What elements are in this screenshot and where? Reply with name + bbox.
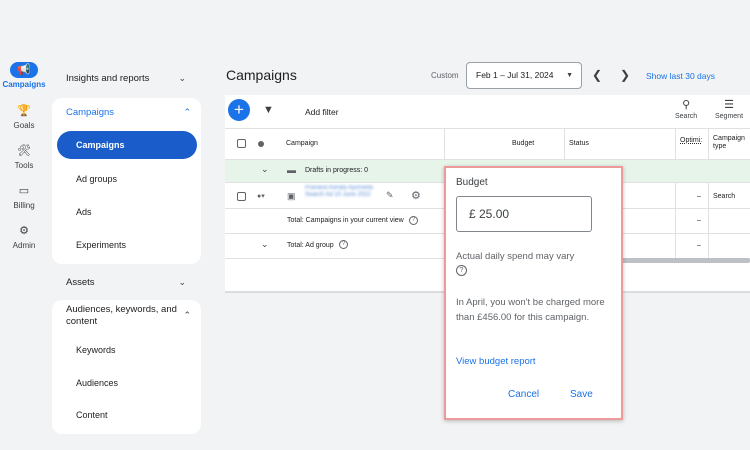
add-filter-button[interactable]: Add filter	[305, 107, 339, 117]
column-header-status[interactable]: Status	[569, 140, 589, 147]
campaign-name-link[interactable]: Pranava Kerala Ayurveda Search Ad 10 Jun…	[305, 185, 383, 199]
spend-note: Actual daily spend may vary	[456, 251, 575, 262]
rail-tools[interactable]: 🛠 Tools	[0, 143, 48, 170]
nav-audiences-group[interactable]: Audiences, keywords, and content ⌃	[66, 304, 191, 328]
caret-down-icon: ▼	[566, 72, 573, 79]
tools-icon: 🛠	[17, 145, 31, 157]
help-icon[interactable]: ?	[339, 240, 348, 249]
next-period-button[interactable]: ❯	[620, 68, 630, 82]
search-icon: ⚲	[682, 99, 691, 111]
campaign-type-value: Search	[713, 193, 736, 200]
column-header-budget[interactable]: Budget	[512, 140, 534, 147]
budget-input[interactable]: £ 25.00	[456, 196, 592, 232]
divider	[564, 128, 565, 160]
nav-experiments[interactable]: Experiments	[76, 240, 126, 250]
rail-goals[interactable]: 🏆 Goals	[0, 103, 48, 130]
column-header-campaign-type[interactable]: Campaign type	[713, 135, 749, 151]
search-button[interactable]: ⚲ Search	[675, 98, 697, 120]
help-icon[interactable]: ?	[456, 265, 467, 276]
left-rail: 📢 Campaigns 🏆 Goals 🛠 Tools ▭ Billing ⚙ …	[0, 0, 48, 450]
date-range-picker[interactable]: Feb 1 – Jul 31, 2024 ▼	[466, 62, 582, 89]
previous-period-button[interactable]: ❮	[592, 68, 602, 82]
nav-label: Campaigns	[66, 107, 115, 118]
nav-label: Insights and reports	[66, 73, 150, 84]
column-header-campaign[interactable]: Campaign	[286, 140, 318, 147]
rail-label: Admin	[12, 241, 36, 250]
gear-icon: ⚙	[19, 225, 29, 237]
rail-label: Goals	[13, 121, 35, 130]
view-budget-report-link[interactable]: View budget report	[456, 356, 536, 367]
trophy-icon: 🏆	[17, 105, 31, 117]
segment-label: Segment	[715, 113, 744, 120]
popup-title: Budget	[456, 177, 488, 188]
rail-label: Billing	[13, 201, 35, 210]
credit-card-icon: ▭	[18, 185, 30, 197]
nav-assets[interactable]: Assets ⌄	[66, 277, 186, 288]
divider	[225, 128, 750, 129]
nav-ad-groups[interactable]: Ad groups	[76, 174, 117, 184]
rail-campaigns[interactable]: 📢 Campaigns	[0, 62, 48, 89]
total-ad-group-label: Total: Ad group	[287, 242, 334, 249]
budget-edit-popup: Budget £ 25.00 Actual daily spend may va…	[444, 166, 623, 420]
optimization-value: –	[697, 193, 701, 200]
row-checkbox[interactable]	[237, 192, 246, 201]
divider	[675, 128, 676, 258]
rail-label: Tools	[14, 161, 34, 170]
status-dot-header	[258, 141, 264, 147]
horizontal-scrollbar[interactable]	[620, 258, 750, 263]
edit-icon[interactable]: ✎	[386, 190, 394, 201]
search-campaign-icon: ▣	[287, 191, 296, 201]
megaphone-icon: 📢	[10, 62, 38, 78]
drafts-label: Drafts in progress: 0	[305, 167, 369, 174]
total-campaigns-label: Total: Campaigns in your current view	[287, 217, 404, 224]
nav-campaigns[interactable]: Campaigns	[57, 131, 197, 159]
help-icon[interactable]: ?	[409, 216, 418, 225]
custom-label: Custom	[431, 71, 459, 80]
rail-admin[interactable]: ⚙ Admin	[0, 223, 48, 250]
nav-audiences[interactable]: Audiences	[76, 378, 118, 388]
divider	[708, 128, 709, 258]
nav-insights-and-reports[interactable]: Insights and reports ⌄	[66, 73, 186, 84]
date-range-value: Feb 1 – Jul 31, 2024	[476, 70, 554, 80]
nav-label: Audiences, keywords, and content	[66, 304, 177, 327]
nav-campaigns-card: Campaigns ⌃ Ad groups Ads Experiments	[52, 98, 201, 264]
nav-ads[interactable]: Ads	[76, 207, 92, 217]
total-optimization-value: –	[697, 217, 701, 224]
chevron-down-icon[interactable]: ⌄	[261, 164, 269, 175]
chevron-down-icon[interactable]: ⌄	[261, 239, 269, 250]
nav-campaigns-group[interactable]: Campaigns ⌃	[66, 107, 191, 118]
status-dropdown-icon[interactable]: ●▾	[257, 192, 265, 200]
column-header-optimization[interactable]: Optimi:	[680, 137, 702, 144]
chevron-down-icon: ⌄	[178, 73, 186, 83]
show-last-30-days-link[interactable]: Show last 30 days	[646, 71, 715, 81]
ad-group-optimization-value: –	[697, 242, 701, 249]
filter-icon[interactable]: ▼	[263, 104, 274, 116]
page-title: Campaigns	[226, 67, 297, 83]
settings-icon[interactable]: ⚙	[411, 189, 421, 202]
nav-keywords[interactable]: Keywords	[76, 345, 116, 355]
chevron-down-icon: ⌄	[178, 277, 186, 287]
add-campaign-button[interactable]: +	[228, 99, 250, 121]
chevron-up-icon: ⌃	[183, 107, 191, 117]
segment-icon: ☰	[724, 99, 734, 111]
search-label: Search	[675, 113, 698, 120]
save-button[interactable]: Save	[570, 389, 593, 400]
folder-icon: ▬	[287, 165, 296, 175]
rail-label: Campaigns	[2, 80, 46, 89]
select-all-checkbox[interactable]	[237, 139, 246, 148]
nav-label: Assets	[66, 277, 95, 288]
charge-limit-text: In April, you won't be charged more than…	[456, 297, 605, 323]
chevron-up-icon: ⌃	[183, 310, 191, 320]
nav-content[interactable]: Content	[76, 410, 108, 420]
cancel-button[interactable]: Cancel	[508, 389, 539, 400]
segment-button[interactable]: ☰ Segment	[715, 98, 743, 120]
nav-audiences-card: Audiences, keywords, and content ⌃ Keywo…	[52, 300, 201, 434]
rail-billing[interactable]: ▭ Billing	[0, 183, 48, 210]
